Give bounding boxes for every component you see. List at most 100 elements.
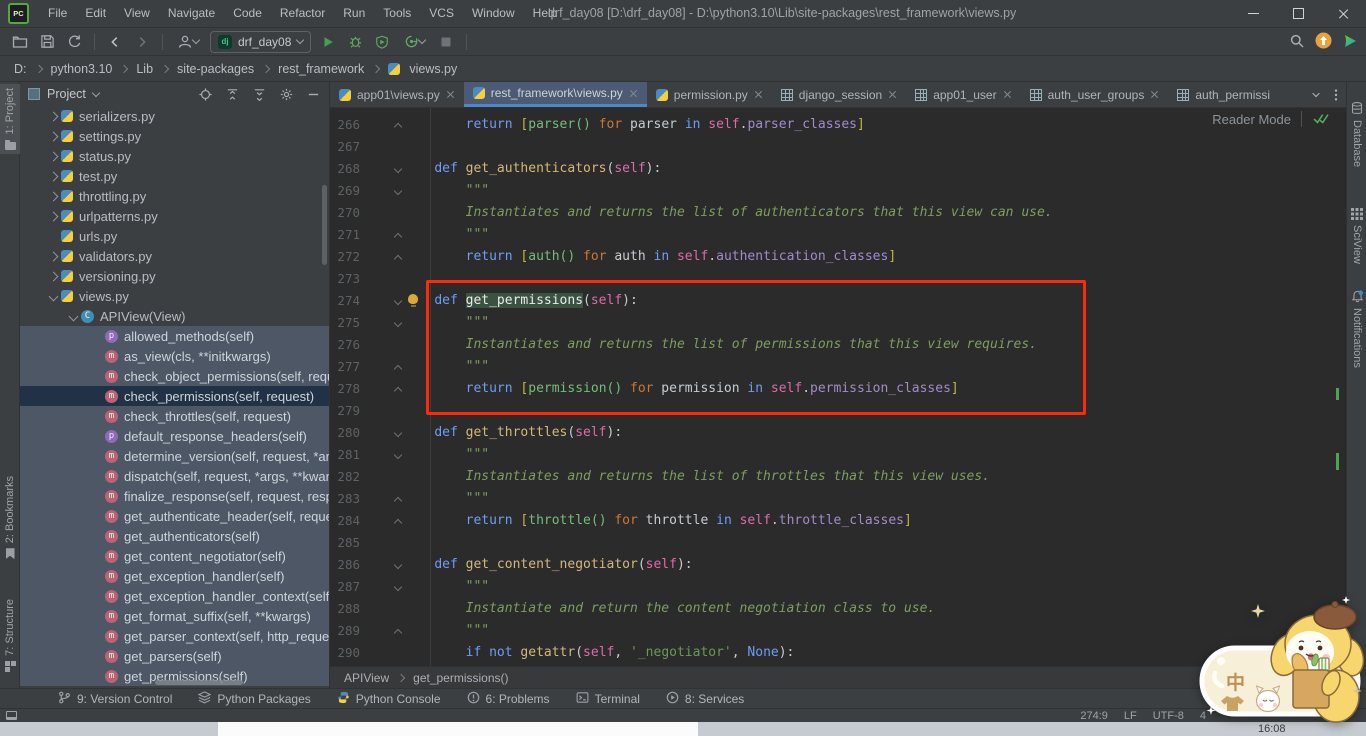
- open-folder-button[interactable]: [10, 31, 30, 53]
- code-line[interactable]: 280 def get_throttles(self):: [330, 422, 1346, 444]
- code-line[interactable]: 282 Instantiates and returns the list of…: [330, 466, 1346, 488]
- tab-close-icon[interactable]: [629, 89, 638, 98]
- code-line[interactable]: 285: [330, 532, 1346, 554]
- tree-file-row[interactable]: settings.py: [20, 126, 329, 146]
- tree-member-row[interactable]: m check_throttles(self, request): [20, 406, 329, 426]
- tree-member-row[interactable]: m dispatch(self, request, *args, **kwargs…: [20, 466, 329, 486]
- tree-vertical-scrollbar[interactable]: [322, 185, 327, 265]
- code-line[interactable]: 272 return [auth() for auth in self.auth…: [330, 246, 1346, 268]
- editor-tab[interactable]: auth_permissi: [1168, 82, 1279, 107]
- tree-chevron[interactable]: [45, 191, 61, 201]
- plugin-button[interactable]: [1342, 33, 1358, 52]
- menu-view[interactable]: View: [115, 0, 159, 27]
- editor-tab[interactable]: app01_user: [906, 82, 1020, 107]
- menu-window[interactable]: Window: [463, 0, 524, 27]
- tree-member-row[interactable]: m check_object_permissions(self, reques: [20, 366, 329, 386]
- code-line[interactable]: 283 """: [330, 488, 1346, 510]
- editor-tab[interactable]: auth_user_groups: [1021, 82, 1169, 107]
- breadcrumb-class[interactable]: APIView: [344, 671, 389, 685]
- menu-edit[interactable]: Edit: [76, 0, 115, 27]
- tree-file-row[interactable]: throttling.py: [20, 186, 329, 206]
- tab-close-icon[interactable]: [1003, 90, 1012, 99]
- tree-file-row[interactable]: validators.py: [20, 246, 329, 266]
- locate-file-icon[interactable]: [198, 87, 213, 102]
- debug-button[interactable]: [345, 31, 365, 53]
- tree-chevron[interactable]: [45, 251, 61, 261]
- breadcrumb-item[interactable]: python3.10: [51, 62, 113, 76]
- editor-tab[interactable]: django_session: [772, 82, 906, 107]
- project-panel-title[interactable]: Project: [47, 87, 86, 101]
- tool-button-project[interactable]: 1: Project: [0, 84, 20, 155]
- code-line[interactable]: 275 """: [330, 312, 1346, 334]
- search-everywhere-button[interactable]: [1289, 33, 1305, 52]
- menu-file[interactable]: File: [39, 0, 76, 27]
- code-with-me-button[interactable]: [173, 31, 203, 53]
- expand-all-icon[interactable]: [225, 87, 240, 102]
- tree-member-row[interactable]: m get_exception_handler_context(self): [20, 586, 329, 606]
- breadcrumb-item[interactable]: rest_framework: [278, 62, 364, 76]
- tree-member-row[interactable]: m as_view(cls, **initkwargs): [20, 346, 329, 366]
- file-encoding[interactable]: UTF-8: [1153, 710, 1184, 722]
- hidden-tabs-chevron-icon[interactable]: [1310, 89, 1322, 101]
- tree-file-row[interactable]: status.py: [20, 146, 329, 166]
- tool-window-button--version-control[interactable]: 9: Version Control: [58, 691, 172, 707]
- tree-member-row[interactable]: p allowed_methods(self): [20, 326, 329, 346]
- code-line[interactable]: 284 return [throttle() for throttle in s…: [330, 510, 1346, 532]
- code-line[interactable]: 269 """: [330, 180, 1346, 202]
- tree-member-row[interactable]: m finalize_response(self, request, respon: [20, 486, 329, 506]
- run-coverage-button[interactable]: [372, 31, 392, 53]
- tool-window-button-terminal[interactable]: Terminal: [576, 691, 640, 707]
- tool-button-database[interactable]: Database: [1347, 102, 1366, 167]
- gear-icon[interactable]: [279, 87, 294, 102]
- code-line[interactable]: 268 def get_authenticators(self):: [330, 158, 1346, 180]
- minimize-button[interactable]: [1231, 0, 1276, 27]
- tree-chevron[interactable]: [45, 171, 61, 181]
- tool-window-button-python-packages[interactable]: Python Packages: [198, 690, 311, 707]
- menu-run[interactable]: Run: [334, 0, 374, 27]
- tool-button-notifications[interactable]: Notifications: [1347, 290, 1366, 368]
- tree-file-row[interactable]: urlpatterns.py: [20, 206, 329, 226]
- tree-member-row[interactable]: m get_authenticate_header(self, request): [20, 506, 329, 526]
- code-line[interactable]: 271 """: [330, 224, 1346, 246]
- more-options-kebab-icon[interactable]: [1334, 88, 1338, 102]
- profiler-button[interactable]: [399, 31, 429, 53]
- tab-close-icon[interactable]: [446, 90, 455, 99]
- run-config-select[interactable]: dj drf_day08: [210, 30, 312, 53]
- reader-mode-widget[interactable]: Reader Mode: [1212, 111, 1330, 127]
- chevron-down-icon[interactable]: [91, 88, 101, 97]
- code-line[interactable]: 278 return [permission() for permission …: [330, 378, 1346, 400]
- code-line[interactable]: 279: [330, 400, 1346, 422]
- stop-button[interactable]: [436, 31, 456, 53]
- tree-chevron[interactable]: [65, 311, 81, 321]
- hide-panel-icon[interactable]: [306, 87, 321, 102]
- tool-button-sciview[interactable]: SciView: [1347, 208, 1366, 264]
- breadcrumb-item[interactable]: views.py: [409, 62, 457, 76]
- sync-button[interactable]: [64, 31, 84, 53]
- tree-horizontal-scrollbar[interactable]: [155, 680, 243, 685]
- tab-close-icon[interactable]: [888, 90, 897, 99]
- breadcrumb-method[interactable]: get_permissions(): [413, 671, 508, 685]
- ime-toolbar-sticker[interactable]: 中: [1196, 594, 1366, 726]
- run-button[interactable]: [318, 31, 338, 53]
- tree-chevron[interactable]: [45, 131, 61, 141]
- line-ending[interactable]: LF: [1124, 710, 1137, 722]
- tree-chevron[interactable]: [45, 271, 61, 281]
- tree-member-row[interactable]: m get_parser_context(self, http_request): [20, 626, 329, 646]
- tree-member-row[interactable]: m get_parsers(self): [20, 646, 329, 666]
- tree-member-row[interactable]: m determine_version(self, request, *args,: [20, 446, 329, 466]
- tree-file-row[interactable]: test.py: [20, 166, 329, 186]
- menu-vcs[interactable]: VCS: [420, 0, 463, 27]
- code-line[interactable]: 287 """: [330, 576, 1346, 598]
- tool-window-button--services[interactable]: 8: Services: [666, 691, 744, 707]
- menu-navigate[interactable]: Navigate: [159, 0, 224, 27]
- tree-member-row[interactable]: m get_format_suffix(self, **kwargs): [20, 606, 329, 626]
- tree-file-row[interactable]: serializers.py: [20, 106, 329, 126]
- tree-class-row[interactable]: C APIView(View): [20, 306, 329, 326]
- inspections-ok-check-icon[interactable]: [1312, 112, 1330, 126]
- code-line[interactable]: 288 Instantiate and return the content n…: [330, 598, 1346, 620]
- tree-file-row[interactable]: views.py: [20, 286, 329, 306]
- code-line[interactable]: 270 Instantiates and returns the list of…: [330, 202, 1346, 224]
- code-line[interactable]: 273: [330, 268, 1346, 290]
- editor-tab[interactable]: app01\views.py: [330, 82, 464, 107]
- breadcrumb-item[interactable]: D:: [14, 62, 27, 76]
